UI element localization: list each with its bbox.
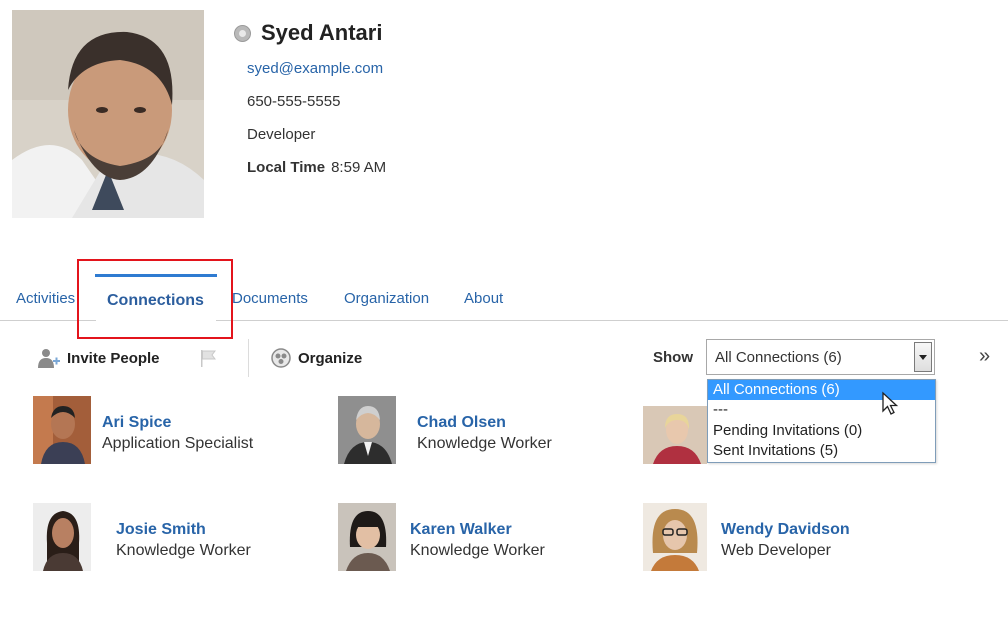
overflow-menu-button[interactable]: »: [979, 345, 990, 368]
dropdown-toggle-button[interactable]: [914, 342, 932, 372]
organize-button[interactable]: Organize: [270, 347, 362, 369]
connection-role: Application Specialist: [102, 435, 254, 452]
organize-icon: [271, 348, 291, 368]
highlight-annotation-box: [77, 259, 233, 339]
flag-icon[interactable]: [198, 348, 218, 373]
option-sent-invitations[interactable]: Sent Invitations (5): [708, 441, 935, 461]
connection-role: Knowledge Worker: [410, 542, 545, 559]
invite-people-button[interactable]: Invite People: [37, 347, 160, 369]
profile-local-time: Local Time 8:59 AM: [247, 159, 386, 176]
avatar[interactable]: [643, 503, 707, 571]
avatar-image: [338, 503, 396, 571]
avatar-image: [33, 396, 91, 464]
profile-title: Developer: [247, 126, 316, 143]
connection-name-link[interactable]: Ari Spice: [102, 414, 171, 432]
local-time-label: Local Time: [247, 159, 326, 176]
avatar[interactable]: [338, 396, 396, 464]
connection-name-link[interactable]: Wendy Davidson: [721, 521, 850, 539]
avatar-image: [33, 503, 91, 571]
avatar[interactable]: [643, 406, 707, 464]
connection-role: Web Developer: [721, 542, 831, 559]
profile-photo: [12, 10, 204, 218]
avatar-image: [643, 406, 707, 464]
profile-photo-image: [12, 10, 204, 218]
avatar[interactable]: [33, 503, 91, 571]
avatar-image: [338, 396, 396, 464]
profile-name-row: Syed Antari: [234, 18, 382, 48]
connection-name-link[interactable]: Josie Smith: [116, 521, 206, 539]
toolbar-separator: [248, 339, 249, 377]
invite-people-label: Invite People: [67, 349, 160, 367]
organize-label: Organize: [298, 349, 363, 367]
tab-organization[interactable]: Organization: [344, 290, 429, 307]
show-filter-label: Show: [653, 349, 693, 366]
add-person-icon: [38, 349, 60, 368]
connection-role: Knowledge Worker: [116, 542, 251, 559]
option-pending-invitations[interactable]: Pending Invitations (0): [708, 421, 935, 441]
avatar[interactable]: [33, 396, 91, 464]
connection-name-link[interactable]: Chad Olsen: [417, 414, 506, 432]
avatar-image: [643, 503, 707, 571]
profile-email-link[interactable]: syed@example.com: [247, 60, 383, 77]
avatar[interactable]: [338, 503, 396, 571]
show-filter-select[interactable]: All Connections (6): [706, 339, 935, 375]
show-filter-value: All Connections (6): [715, 349, 842, 366]
local-time-value: 8:59 AM: [331, 159, 387, 176]
connection-name-link[interactable]: Karen Walker: [410, 521, 512, 539]
mouse-pointer-icon: [881, 391, 901, 422]
arrow-cursor-icon: [882, 391, 899, 415]
connection-role: Knowledge Worker: [417, 435, 552, 452]
tab-activities[interactable]: Activities: [16, 290, 75, 307]
tab-about[interactable]: About: [464, 290, 503, 307]
tab-documents[interactable]: Documents: [232, 290, 308, 307]
presence-status-icon: [234, 24, 251, 42]
profile-phone: 650-555-5555: [247, 93, 341, 110]
flag-icon-svg: [201, 350, 216, 367]
profile-name: Syed Antari: [261, 20, 383, 45]
chevron-down-icon: [919, 354, 927, 360]
show-filter-options: All Connections (6) --- Pending Invitati…: [707, 379, 936, 463]
